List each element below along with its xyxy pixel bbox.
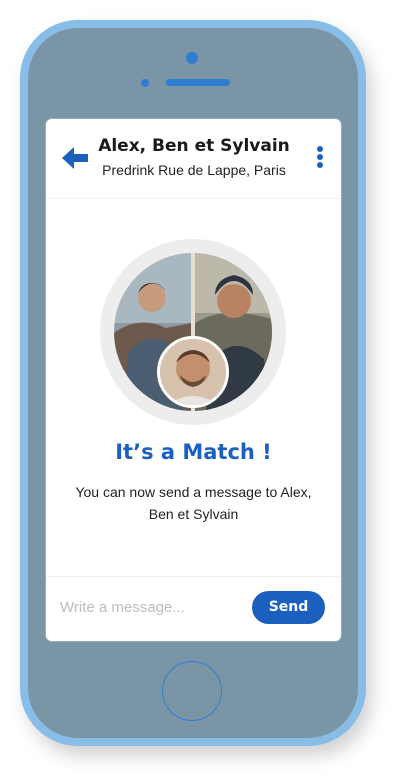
avatar [157,336,229,408]
home-button[interactable] [162,661,222,721]
sensor-icon [141,79,149,87]
message-composer: Send [46,576,341,641]
match-message: You can now send a message to Alex, Ben … [75,484,312,522]
conversation-title: Alex, Ben et Sylvain [98,136,290,156]
match-headline: It’s a Match ! [115,440,272,464]
arrow-left-icon[interactable] [62,147,88,169]
avatar-image [160,339,226,405]
app-screen: Alex, Ben et Sylvain Predrink Rue de Lap… [46,119,341,641]
more-vertical-icon[interactable] [314,146,326,172]
send-button[interactable]: Send [252,591,325,624]
message-input[interactable] [58,591,252,623]
stage: Alex, Ben et Sylvain Predrink Rue de Lap… [0,0,402,784]
chat-header: Alex, Ben et Sylvain Predrink Rue de Lap… [46,119,341,199]
camera-icon [186,52,198,64]
conversation-subtitle: Predrink Rue de Lappe, Paris [102,162,286,178]
speaker-grille [166,79,230,86]
